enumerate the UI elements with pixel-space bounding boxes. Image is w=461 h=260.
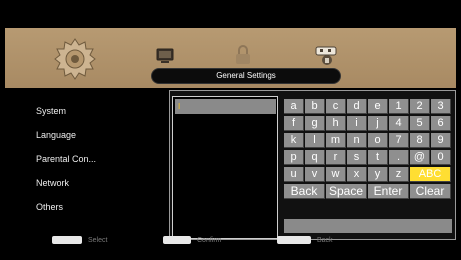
tv-icon[interactable] (155, 46, 175, 66)
key-s[interactable]: s (347, 150, 367, 165)
header-bar: General Settings (5, 28, 456, 88)
key-3[interactable]: 3 (431, 99, 451, 114)
text-input-field[interactable]: I (175, 99, 276, 114)
key-o[interactable]: o (368, 133, 388, 148)
menu-item-parental-control[interactable]: Parental Con... (36, 152, 156, 176)
key-d[interactable]: d (347, 99, 367, 114)
key-clear[interactable]: Clear (410, 184, 451, 199)
key-5[interactable]: 5 (410, 116, 430, 131)
key-2[interactable]: 2 (410, 99, 430, 114)
key-n[interactable]: n (347, 133, 367, 148)
key-back[interactable]: Back (284, 184, 325, 199)
menu-item-others[interactable]: Others (36, 200, 156, 224)
select-hint: Select (88, 236, 108, 244)
key-0[interactable]: 0 (431, 150, 451, 165)
key-k[interactable]: k (284, 133, 304, 148)
key-j[interactable]: j (368, 116, 388, 131)
key-w[interactable]: w (326, 167, 346, 182)
key-r[interactable]: r (326, 150, 346, 165)
key-1[interactable]: 1 (389, 99, 409, 114)
sidebar-menu: System Language Parental Con... Network … (36, 104, 156, 224)
key-c[interactable]: c (326, 99, 346, 114)
ok-button-icon (163, 236, 191, 244)
key-abc[interactable]: ABC (410, 167, 451, 182)
key-h[interactable]: h (326, 116, 346, 131)
page-title: General Settings (151, 68, 341, 84)
key-y[interactable]: y (368, 167, 388, 182)
key-a[interactable]: a (284, 99, 304, 114)
key-g[interactable]: g (305, 116, 325, 131)
confirm-hint: Confirm (197, 236, 222, 244)
key-b[interactable]: b (305, 99, 325, 114)
key-z[interactable]: z (389, 167, 409, 182)
footer-hints: Select Confirm Back (40, 236, 460, 250)
key-9[interactable]: 9 (431, 133, 451, 148)
gear-icon[interactable] (53, 37, 97, 81)
key-dot[interactable]: . (389, 150, 409, 165)
key-x[interactable]: x (347, 167, 367, 182)
lock-icon[interactable] (233, 44, 253, 66)
key-l[interactable]: l (305, 133, 325, 148)
menu-item-language[interactable]: Language (36, 128, 156, 152)
key-f[interactable]: f (284, 116, 304, 131)
key-e[interactable]: e (368, 99, 388, 114)
keyboard-bottom-bar (284, 219, 452, 233)
key-t[interactable]: t (368, 150, 388, 165)
key-p[interactable]: p (284, 150, 304, 165)
key-6[interactable]: 6 (431, 116, 451, 131)
key-v[interactable]: v (305, 167, 325, 182)
key-4[interactable]: 4 (389, 116, 409, 131)
usb-icon[interactable] (313, 43, 339, 67)
menu-item-system[interactable]: System (36, 104, 156, 128)
key-i[interactable]: i (347, 116, 367, 131)
key-space[interactable]: Space (326, 184, 367, 199)
key-7[interactable]: 7 (389, 133, 409, 148)
menu-item-network[interactable]: Network (36, 176, 156, 200)
key-enter[interactable]: Enter (368, 184, 409, 199)
text-input-area (172, 96, 278, 239)
return-button-icon (277, 236, 311, 244)
key-at[interactable]: @ (410, 150, 430, 165)
back-hint: Back (317, 236, 333, 244)
key-m[interactable]: m (326, 133, 346, 148)
key-u[interactable]: u (284, 167, 304, 182)
key-q[interactable]: q (305, 150, 325, 165)
dpad-icon (52, 236, 82, 244)
key-8[interactable]: 8 (410, 133, 430, 148)
